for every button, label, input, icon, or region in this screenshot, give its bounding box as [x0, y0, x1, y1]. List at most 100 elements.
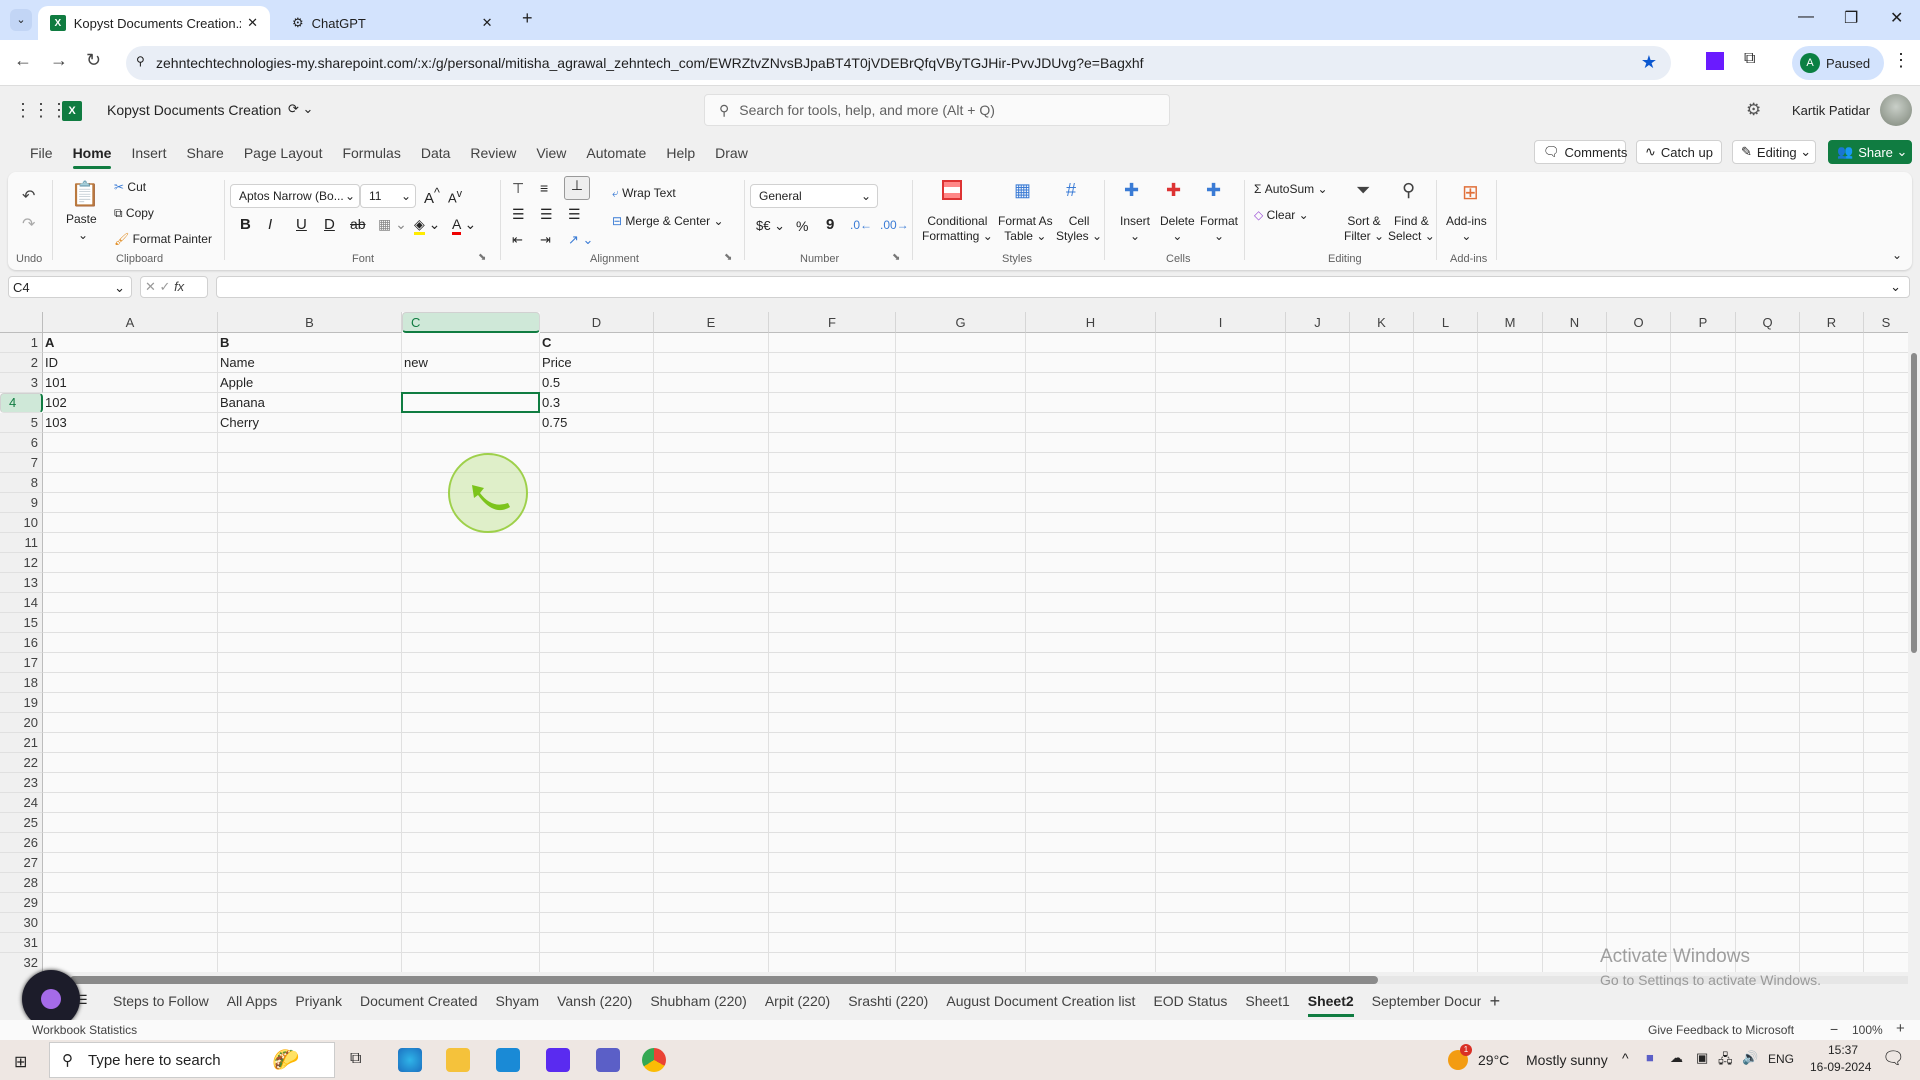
cell-Q16[interactable] — [1736, 633, 1800, 653]
cell-J14[interactable] — [1286, 593, 1350, 613]
workbook-statistics[interactable]: Workbook Statistics — [32, 1023, 137, 1037]
cell-P27[interactable] — [1671, 853, 1736, 873]
sheet-tab[interactable]: Vansh (220) — [548, 993, 641, 1009]
strikethrough-button[interactable]: ab — [350, 216, 366, 232]
conditional-formatting-button[interactable]: Conditional Formatting ⌄ — [922, 214, 993, 244]
cell-O26[interactable] — [1607, 833, 1671, 853]
row-header-9[interactable]: 9 — [0, 493, 43, 513]
column-header-a[interactable]: A — [43, 312, 218, 333]
cell-D30[interactable] — [540, 913, 654, 933]
cut-button[interactable]: ✂ Cut — [114, 180, 146, 194]
cell-Q18[interactable] — [1736, 673, 1800, 693]
cell-E24[interactable] — [654, 793, 769, 813]
row-header-32[interactable]: 32 — [0, 953, 43, 972]
cell-N6[interactable] — [1543, 433, 1607, 453]
cell-K28[interactable] — [1350, 873, 1414, 893]
cell-Q23[interactable] — [1736, 773, 1800, 793]
row-header-26[interactable]: 26 — [0, 833, 43, 853]
cell-E29[interactable] — [654, 893, 769, 913]
cell-J31[interactable] — [1286, 933, 1350, 953]
cell-I25[interactable] — [1156, 813, 1286, 833]
cell-H15[interactable] — [1026, 613, 1156, 633]
cell-R18[interactable] — [1800, 673, 1864, 693]
cell-Q22[interactable] — [1736, 753, 1800, 773]
cell-J20[interactable] — [1286, 713, 1350, 733]
cell-J5[interactable] — [1286, 413, 1350, 433]
sheet-tab[interactable]: Shubham (220) — [641, 993, 756, 1009]
decrease-decimal-icon[interactable]: .00→ — [880, 218, 909, 232]
merge-center-button[interactable]: ⊟ Merge & Center ⌄ — [612, 214, 724, 228]
cell-D20[interactable] — [540, 713, 654, 733]
cell-P3[interactable] — [1671, 373, 1736, 393]
cell-N29[interactable] — [1543, 893, 1607, 913]
row-header-23[interactable]: 23 — [0, 773, 43, 793]
cell-D18[interactable] — [540, 673, 654, 693]
cell-G15[interactable] — [896, 613, 1026, 633]
cell-R20[interactable] — [1800, 713, 1864, 733]
cell-P30[interactable] — [1671, 913, 1736, 933]
cell-I10[interactable] — [1156, 513, 1286, 533]
cell-A19[interactable] — [43, 693, 218, 713]
cell-N9[interactable] — [1543, 493, 1607, 513]
cell-S22[interactable] — [1864, 753, 1908, 773]
cell-G7[interactable] — [896, 453, 1026, 473]
cell-O25[interactable] — [1607, 813, 1671, 833]
cell-D29[interactable] — [540, 893, 654, 913]
cell-O19[interactable] — [1607, 693, 1671, 713]
cell-O22[interactable] — [1607, 753, 1671, 773]
cell-J30[interactable] — [1286, 913, 1350, 933]
cell-K11[interactable] — [1350, 533, 1414, 553]
notifications-icon[interactable]: 🗨 — [1882, 1048, 1905, 1069]
cell-P26[interactable] — [1671, 833, 1736, 853]
insert-button[interactable]: Insert ⌄ — [1120, 214, 1150, 244]
cell-M30[interactable] — [1478, 913, 1543, 933]
cell-D9[interactable] — [540, 493, 654, 513]
cell-N2[interactable] — [1543, 353, 1607, 373]
cell-P24[interactable] — [1671, 793, 1736, 813]
cell-H19[interactable] — [1026, 693, 1156, 713]
cell-F20[interactable] — [769, 713, 896, 733]
row-header-2[interactable]: 2 — [0, 353, 43, 373]
row-header-4[interactable]: 4 — [0, 393, 43, 413]
cell-H13[interactable] — [1026, 573, 1156, 593]
cell-R7[interactable] — [1800, 453, 1864, 473]
cell-P18[interactable] — [1671, 673, 1736, 693]
tab-search-button[interactable]: ⌄ — [10, 9, 32, 31]
cell-S10[interactable] — [1864, 513, 1908, 533]
cell-I5[interactable] — [1156, 413, 1286, 433]
cell-Q26[interactable] — [1736, 833, 1800, 853]
cell-K24[interactable] — [1350, 793, 1414, 813]
cell-M13[interactable] — [1478, 573, 1543, 593]
cell-M2[interactable] — [1478, 353, 1543, 373]
cell-Q15[interactable] — [1736, 613, 1800, 633]
cell-C29[interactable] — [402, 893, 540, 913]
cell-O17[interactable] — [1607, 653, 1671, 673]
cell-D10[interactable] — [540, 513, 654, 533]
cell-A13[interactable] — [43, 573, 218, 593]
cell-K1[interactable] — [1350, 333, 1414, 353]
cell-G23[interactable] — [896, 773, 1026, 793]
zoom-level[interactable]: 100% — [1852, 1023, 1883, 1037]
column-header-d[interactable]: D — [540, 312, 654, 333]
column-header-g[interactable]: G — [896, 312, 1026, 333]
cell-I26[interactable] — [1156, 833, 1286, 853]
cell-S28[interactable] — [1864, 873, 1908, 893]
cell-K29[interactable] — [1350, 893, 1414, 913]
cell-I8[interactable] — [1156, 473, 1286, 493]
cell-G8[interactable] — [896, 473, 1026, 493]
row-header-1[interactable]: 1 — [0, 333, 43, 353]
cell-E15[interactable] — [654, 613, 769, 633]
cell-I2[interactable] — [1156, 353, 1286, 373]
cell-J7[interactable] — [1286, 453, 1350, 473]
cell-A17[interactable] — [43, 653, 218, 673]
cell-H23[interactable] — [1026, 773, 1156, 793]
cell-L11[interactable] — [1414, 533, 1478, 553]
column-header-c[interactable]: C — [402, 312, 540, 333]
cell-I16[interactable] — [1156, 633, 1286, 653]
cell-A30[interactable] — [43, 913, 218, 933]
cell-O11[interactable] — [1607, 533, 1671, 553]
cell-G4[interactable] — [896, 393, 1026, 413]
cell-F9[interactable] — [769, 493, 896, 513]
cell-M6[interactable] — [1478, 433, 1543, 453]
cell-M3[interactable] — [1478, 373, 1543, 393]
